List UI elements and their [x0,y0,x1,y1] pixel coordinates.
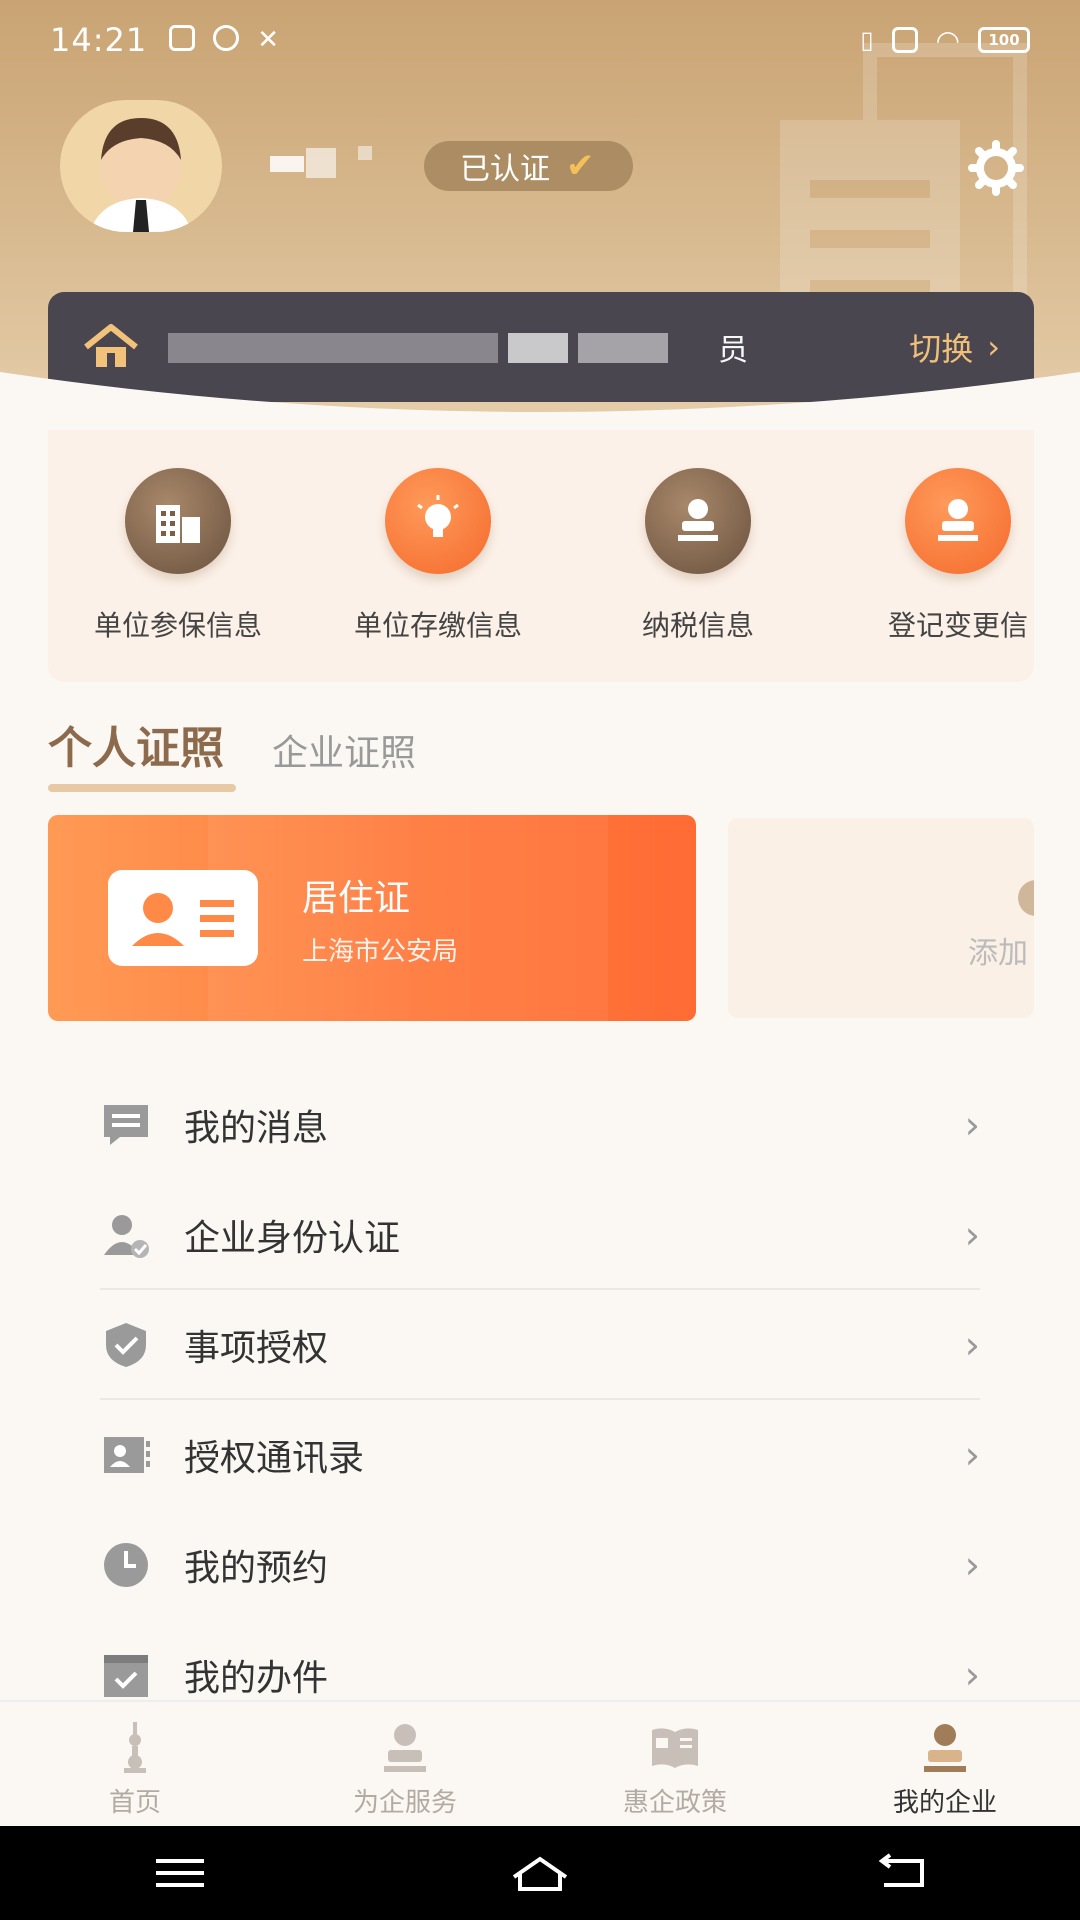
id-card-icon [108,870,258,966]
lightbulb-icon [385,468,491,574]
avatar[interactable] [60,100,222,232]
username-redacted [270,138,400,188]
battery-icon: 100 [978,27,1030,53]
chevron-right-icon: › [987,328,1000,366]
nav-my-enterprise[interactable]: 我的企业 [810,1702,1080,1826]
license-title: 居住证 [302,877,411,919]
verified-label: 已认证 [460,152,550,187]
stamp-icon [645,468,751,574]
status-time: 14:21 [50,21,148,59]
user-verify-icon [104,1215,149,1258]
switch-organization-button[interactable]: 切换 › [909,324,1000,370]
quick-service-label: 单位存缴信息 [353,609,522,642]
message-icon [104,1105,148,1145]
nav-label: 为企服务 [352,1788,457,1818]
nav-label: 首页 [108,1788,161,1818]
nav-label: 惠企政策 [622,1788,727,1818]
vibrate-icon: ▯ [860,26,874,54]
gear-icon[interactable] [968,140,1024,196]
building-icon [125,468,231,574]
menu-item-contacts[interactable]: 授权通讯录 › [100,1400,980,1510]
nav-policies[interactable]: 惠企政策 [540,1702,810,1826]
tools-icon: ✕ [257,25,280,55]
home-icon [84,324,138,367]
wifi-icon: ◠ [935,23,960,57]
app-notification-icon [213,25,240,51]
chevron-right-icon: › [964,1213,980,1257]
bottom-navigation: 首页 为企服务 惠企政策 我的企业 [0,1700,1080,1826]
nav-home[interactable]: 首页 [0,1702,270,1826]
status-bar: 14:21 ✕ ▯ ◠ 100 [0,0,1080,80]
quick-service-label: 单位参保信息 [93,609,262,642]
quick-services-card: 单位参保信息 单位存缴信息 纳税信息 登记变更信 [48,430,1034,682]
plus-icon [1018,880,1034,916]
stamp-icon [905,468,1011,574]
organization-name-redacted [168,329,668,365]
calendar-check-icon [104,1655,148,1697]
tab-personal-licenses[interactable]: 个人证照 [48,712,236,792]
check-icon: ✔ [566,146,595,186]
quick-service-deposit[interactable]: 单位存缴信息 [308,468,568,682]
menu-item-appointments[interactable]: 我的预约 › [100,1510,980,1620]
chevron-right-icon: › [964,1323,980,1367]
tab-enterprise-licenses[interactable]: 企业证照 [272,724,416,786]
home-button-icon[interactable] [510,1853,570,1893]
quick-service-registration[interactable]: 登记变更信 [828,468,1034,682]
quick-service-label: 纳税信息 [641,609,754,642]
nav-enterprise-services[interactable]: 为企服务 [270,1702,540,1826]
clock-icon [104,1543,148,1587]
menu-item-label: 我的预约 [184,1548,329,1589]
menu-item-label: 我的办件 [184,1658,329,1699]
quick-service-insurance[interactable]: 单位参保信息 [48,468,308,682]
menu-item-label: 授权通讯录 [184,1438,365,1479]
tower-icon [124,1722,146,1773]
sim-icon [891,27,918,53]
switch-label: 切换 [909,330,974,368]
quick-service-label: 登记变更信 [887,609,1028,642]
policy-book-icon [652,1728,698,1768]
contacts-icon [104,1437,150,1473]
menu-item-authorization[interactable]: 事项授权 › [100,1290,980,1400]
system-navigation-bar [0,1826,1080,1920]
residence-permit-card[interactable]: 居住证 上海市公安局 [48,815,696,1021]
back-icon[interactable] [870,1853,930,1893]
quick-service-tax[interactable]: 纳税信息 [568,468,828,682]
chevron-right-icon: › [964,1543,980,1587]
menu-item-label: 事项授权 [184,1328,329,1369]
my-enterprise-icon [924,1724,966,1772]
menu-item-label: 我的消息 [184,1108,329,1149]
service-icon [384,1724,426,1772]
add-license-label: 添加 [968,936,1028,971]
notification-icon [169,25,196,51]
license-issuer: 上海市公安局 [302,936,459,967]
chevron-right-icon: › [964,1103,980,1147]
menu-item-enterprise-verification[interactable]: 企业身份认证 › [100,1180,980,1290]
verified-badge: 已认证 ✔ [424,141,633,191]
organization-role: 员 [718,333,748,368]
nav-label: 我的企业 [892,1788,997,1818]
menu-item-messages[interactable]: 我的消息 › [100,1070,980,1180]
chevron-right-icon: › [964,1653,980,1697]
add-license-card[interactable]: 添加 [728,818,1034,1018]
shield-check-icon [106,1323,146,1367]
menu-item-label: 企业身份认证 [184,1218,401,1259]
account-menu: 我的消息 › 企业身份认证 › 事项授权 › 授权通讯录 › 我的预约 › 我的… [100,1070,980,1730]
menu-icon[interactable] [150,1853,210,1893]
license-tabs: 个人证照 企业证照 [48,712,416,792]
chevron-right-icon: › [964,1433,980,1477]
